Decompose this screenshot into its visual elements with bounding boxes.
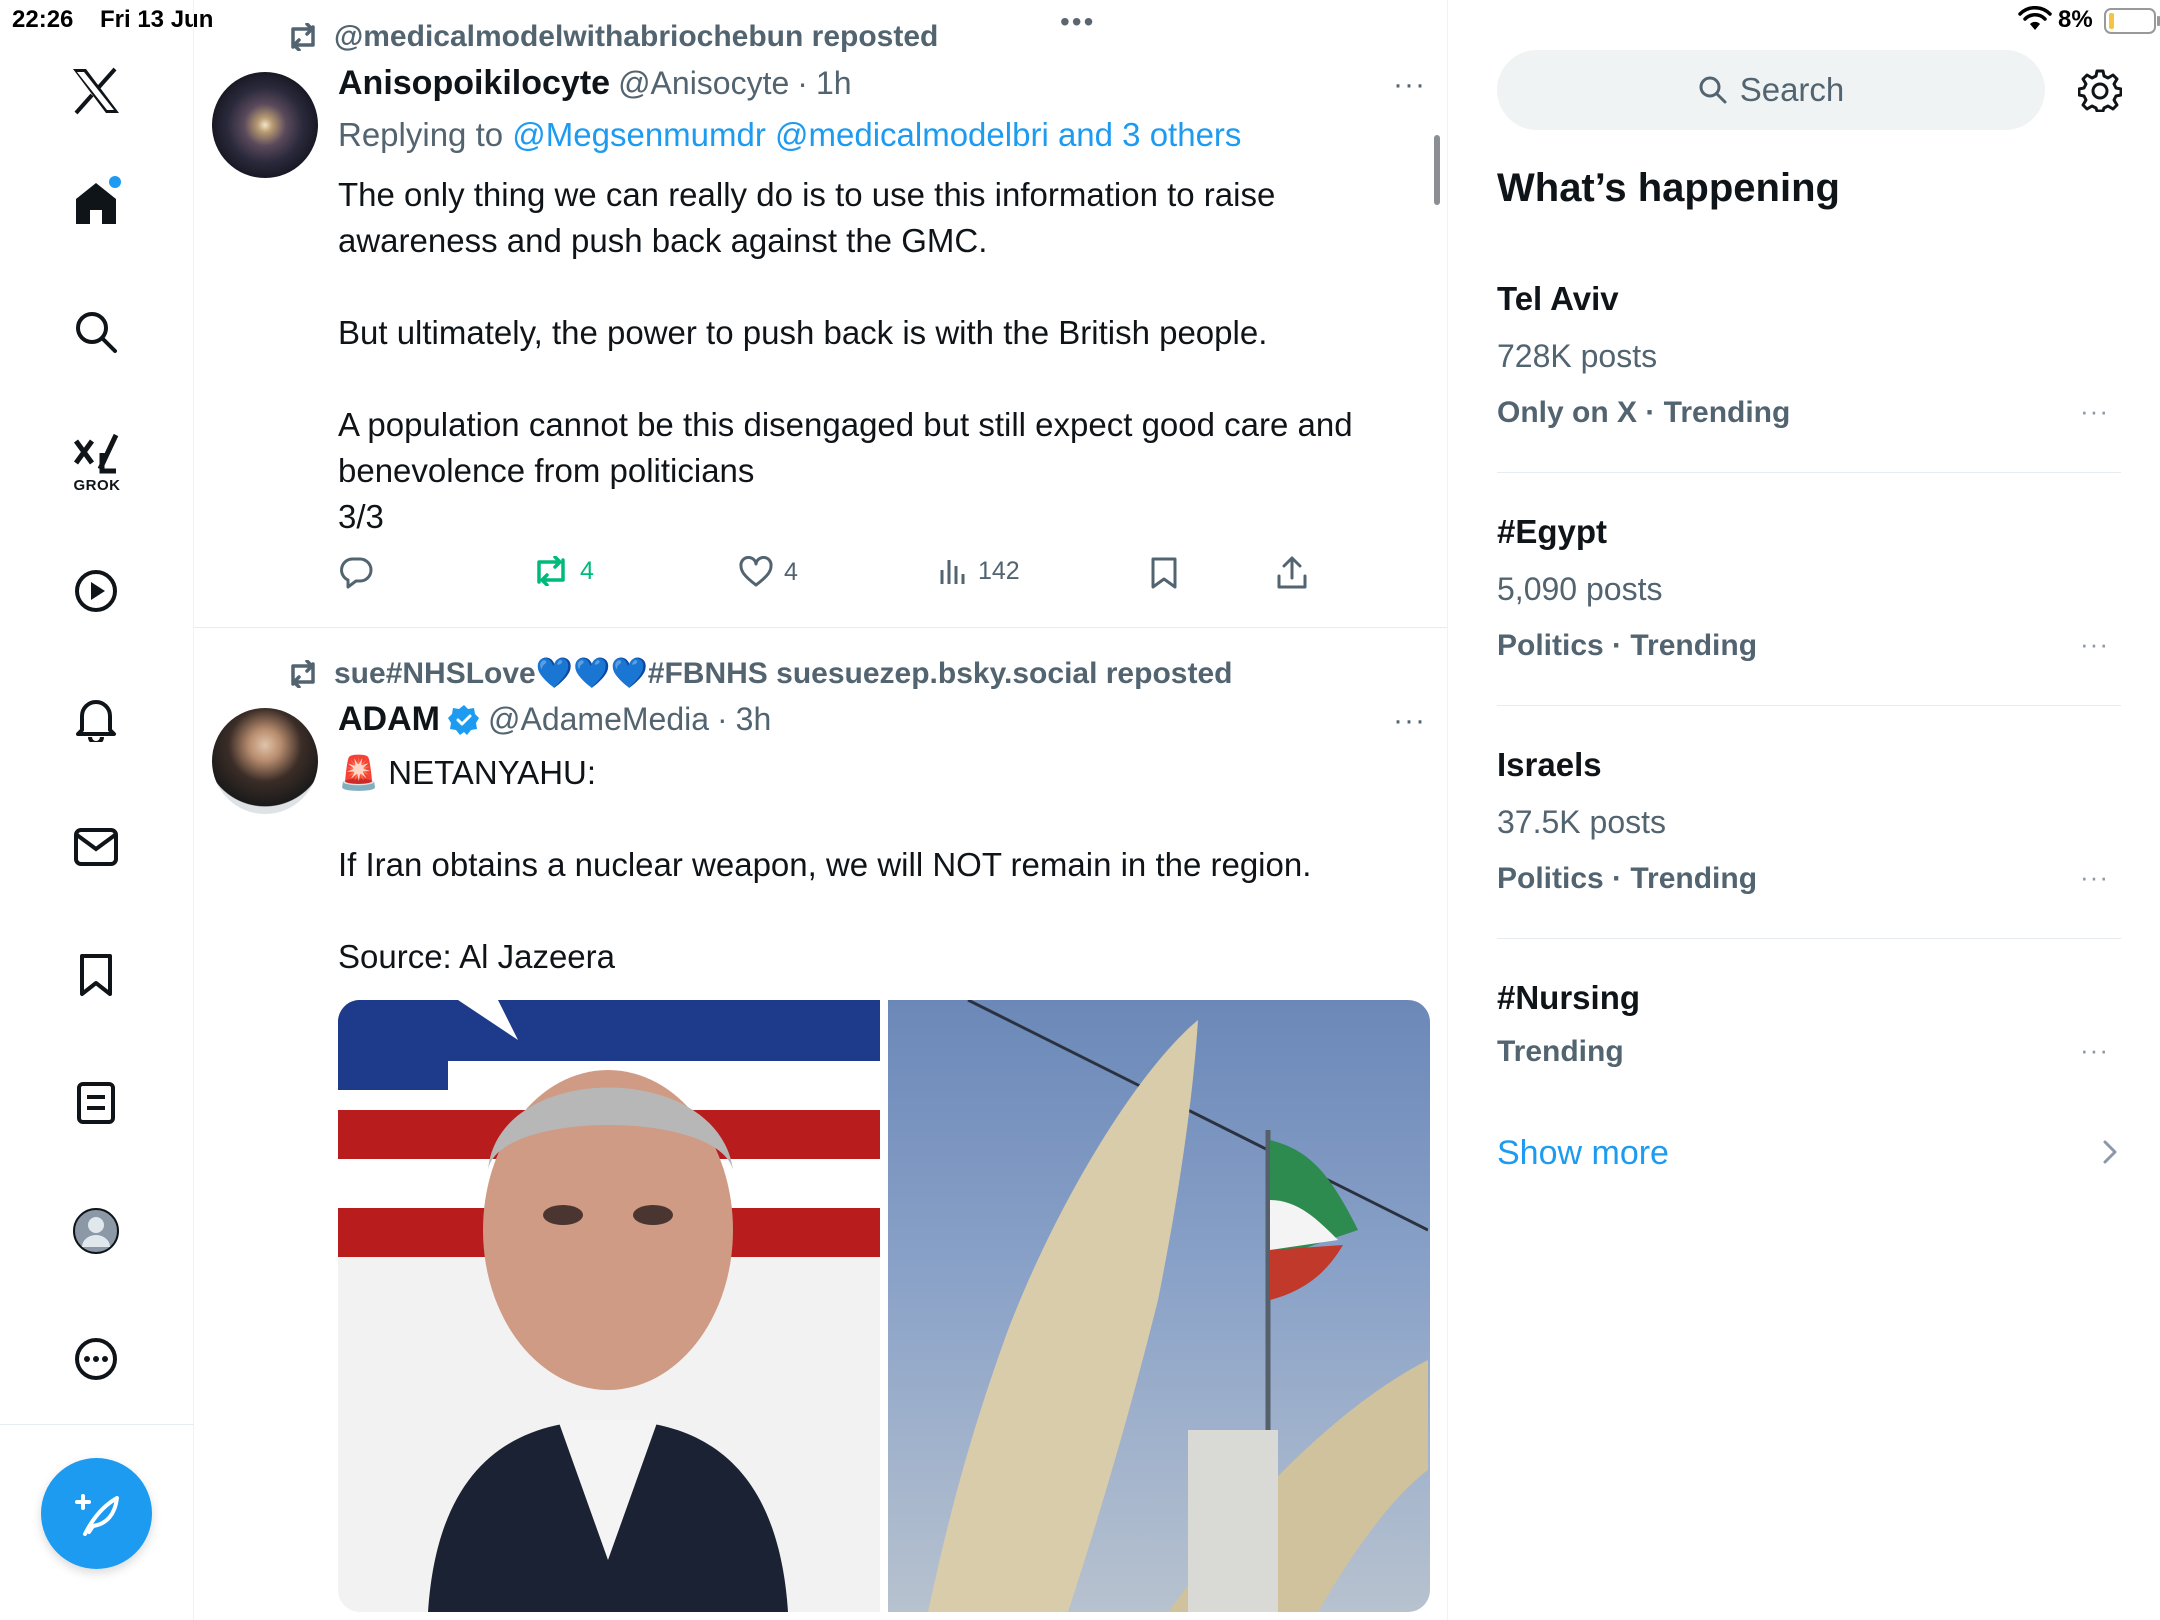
profile-icon[interactable] <box>67 1202 125 1260</box>
verified-badge-icon <box>447 704 480 736</box>
media-image-netanyahu[interactable] <box>338 1000 880 1612</box>
repost-small-icon <box>291 659 315 688</box>
post-divider <box>194 627 1447 628</box>
whats-happening-title: What’s happening <box>1497 166 1840 210</box>
share-button[interactable] <box>1276 556 1308 590</box>
post-media[interactable] <box>338 1000 1430 1612</box>
notification-dot <box>109 176 121 188</box>
chevron-right-icon[interactable] <box>2100 1138 2120 1171</box>
media-image-missiles[interactable] <box>888 1000 1430 1612</box>
display-name[interactable]: Anisopoikilocyte <box>338 64 610 103</box>
handle[interactable]: @AdameMedia <box>488 701 709 738</box>
post-more-button[interactable]: ··· <box>1393 704 1426 738</box>
repost-button[interactable]: 4 <box>532 556 594 586</box>
post-time[interactable]: 1h <box>816 65 852 102</box>
like-count: 4 <box>784 557 798 586</box>
repost-icon <box>537 556 565 586</box>
more-circle-icon[interactable] <box>67 1330 125 1388</box>
trend-name: #Nursing <box>1497 979 1641 1016</box>
nav-divider <box>0 1424 194 1425</box>
compose-feather-icon <box>74 1493 119 1536</box>
trend-name: #Egypt <box>1497 513 1608 550</box>
trend-meta: Only on X · Trending <box>1497 396 1791 429</box>
trend-divider <box>1497 705 2121 706</box>
reply-icon <box>340 557 373 589</box>
right-sidebar: Search What’s happening Tel Aviv 728K po… <box>1449 0 2160 1620</box>
bookmark-button[interactable] <box>1150 556 1178 590</box>
post-text: 🚨 NETANYAHU: If Iran obtains a nuclear w… <box>338 754 1312 975</box>
like-button[interactable]: 4 <box>738 556 798 588</box>
settings-gear-icon[interactable] <box>2077 67 2123 113</box>
post-actions: 4 4 142 <box>338 556 1348 600</box>
trend-more-button[interactable]: ··· <box>2080 629 2109 660</box>
trend-meta: Politics · Trending <box>1497 629 1758 662</box>
trend-meta: Politics · Trending <box>1497 862 1758 895</box>
search-placeholder: Search <box>1739 71 1845 108</box>
avatar[interactable] <box>212 708 318 814</box>
scrollbar[interactable] <box>1434 135 1440 205</box>
home-icon[interactable] <box>67 174 125 232</box>
trend-more-button[interactable]: ··· <box>2080 396 2109 427</box>
bookmark-icon <box>1151 557 1177 589</box>
post-text: The only thing we can really do is to us… <box>338 176 1353 535</box>
lists-icon[interactable] <box>67 1074 125 1132</box>
post-time[interactable]: 3h <box>736 701 772 738</box>
share-icon <box>1277 556 1307 589</box>
video-icon[interactable] <box>67 562 125 620</box>
bell-icon[interactable] <box>67 690 125 748</box>
trend-count: 728K posts <box>1497 338 1658 374</box>
show-more-link[interactable]: Show more <box>1497 1134 1669 1173</box>
dot-separator: · <box>717 701 728 737</box>
search-icon <box>1699 76 1727 104</box>
left-nav: GROK <box>0 0 194 1620</box>
post-more-button[interactable]: ··· <box>1393 68 1426 102</box>
grok-label: GROK <box>73 477 121 494</box>
dot-separator: · <box>797 65 808 101</box>
view-count: 142 <box>978 556 1020 585</box>
heart-icon <box>739 556 773 587</box>
x-logo-icon[interactable] <box>67 62 125 120</box>
compose-button[interactable] <box>41 1458 152 1569</box>
repost-context: sue#NHSLove💙💙💙#FBNHS suesuezep.bsky.soci… <box>286 656 1232 691</box>
trend-more-button[interactable]: ··· <box>2080 862 2109 893</box>
trend-divider <box>1497 472 2121 473</box>
mail-icon[interactable] <box>67 818 125 876</box>
post-header: ADAM @AdameMedia · 3h <box>338 700 771 739</box>
trend-count: 5,090 posts <box>1497 571 1663 607</box>
trend-count: 37.5K posts <box>1497 804 1666 840</box>
trend-name: Israels <box>1497 746 1602 783</box>
replying-prefix: Replying to <box>338 116 513 153</box>
reply-button[interactable] <box>338 556 374 590</box>
repost-context: @medicalmodelwithabriochebun reposted <box>286 20 938 54</box>
views-icon <box>940 560 965 584</box>
trend-name: Tel Aviv <box>1497 280 1619 317</box>
repost-count: 4 <box>580 556 594 585</box>
trend-meta: Trending <box>1497 1035 1624 1068</box>
grok-icon[interactable] <box>67 426 125 484</box>
trend-divider <box>1497 938 2121 939</box>
repost-by-text[interactable]: sue#NHSLove💙💙💙#FBNHS suesuezep.bsky.soci… <box>334 656 1232 691</box>
replying-to: Replying to @Megsenmumdr @medicalmodelbr… <box>338 116 1241 154</box>
avatar[interactable] <box>212 72 318 178</box>
trend-more-button[interactable]: ··· <box>2080 1035 2109 1066</box>
replying-to-links[interactable]: @Megsenmumdr @medicalmodelbri and 3 othe… <box>512 116 1241 153</box>
repost-small-icon <box>291 23 315 51</box>
timeline-feed[interactable]: @medicalmodelwithabriochebun reposted An… <box>194 0 1448 1620</box>
views-button[interactable]: 142 <box>938 556 1020 586</box>
handle[interactable]: @Anisocyte <box>618 65 789 102</box>
display-name[interactable]: ADAM <box>338 700 440 739</box>
post-header: Anisopoikilocyte @Anisocyte · 1h <box>338 64 852 103</box>
search-input[interactable]: Search <box>1497 50 2045 130</box>
bookmark-icon[interactable] <box>67 946 125 1004</box>
repost-by-text[interactable]: @medicalmodelwithabriochebun reposted <box>334 20 938 54</box>
search-icon[interactable] <box>67 303 125 361</box>
